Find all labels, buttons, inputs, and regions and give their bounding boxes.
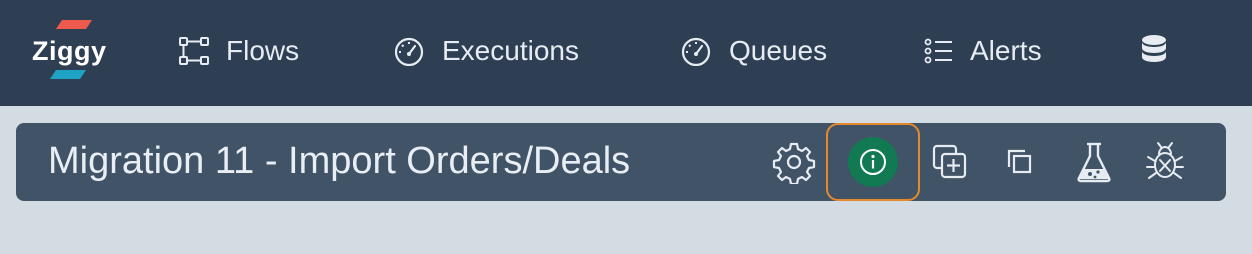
nav-item-flows[interactable]: Flows xyxy=(178,30,299,72)
nav-item-executions[interactable]: Executions xyxy=(392,30,579,72)
copy-icon xyxy=(1007,149,1032,174)
nav-label-flows: Flows xyxy=(226,35,300,66)
debug-button[interactable] xyxy=(1137,123,1193,201)
nav-item-database[interactable] xyxy=(1140,30,1184,72)
nav-label-queues: Queues xyxy=(729,35,828,66)
flow-toolbar: Migration 11 - Import Orders/Deals xyxy=(16,123,1226,201)
gauge-icon xyxy=(394,37,424,66)
database-icon xyxy=(1142,35,1166,62)
settings-button[interactable] xyxy=(766,123,822,201)
logo[interactable]: Ziggy xyxy=(30,18,114,84)
flow-icon xyxy=(179,37,209,65)
flask-icon xyxy=(1077,142,1111,183)
nav-item-alerts[interactable]: Alerts xyxy=(924,30,1042,72)
info-icon xyxy=(860,149,886,175)
flow-title: Migration 11 - Import Orders/Deals xyxy=(48,140,631,182)
list-icon xyxy=(924,38,952,64)
info-badge xyxy=(848,137,898,187)
duplicate-button[interactable] xyxy=(992,123,1048,201)
nav-item-queues[interactable]: Queues xyxy=(679,30,827,72)
info-button[interactable] xyxy=(826,123,920,201)
add-copy-button[interactable] xyxy=(922,123,978,201)
gear-icon xyxy=(772,142,816,184)
top-navigation: Ziggy Flows Executions Queues Alerts xyxy=(0,0,1252,106)
test-button[interactable] xyxy=(1066,123,1122,201)
nav-label-executions: Executions xyxy=(442,35,579,66)
gauge-icon xyxy=(681,37,711,66)
nav-label-alerts: Alerts xyxy=(970,35,1042,66)
logo-text: Ziggy xyxy=(32,36,107,66)
add-copy-icon xyxy=(932,144,967,179)
bug-icon xyxy=(1146,142,1184,179)
